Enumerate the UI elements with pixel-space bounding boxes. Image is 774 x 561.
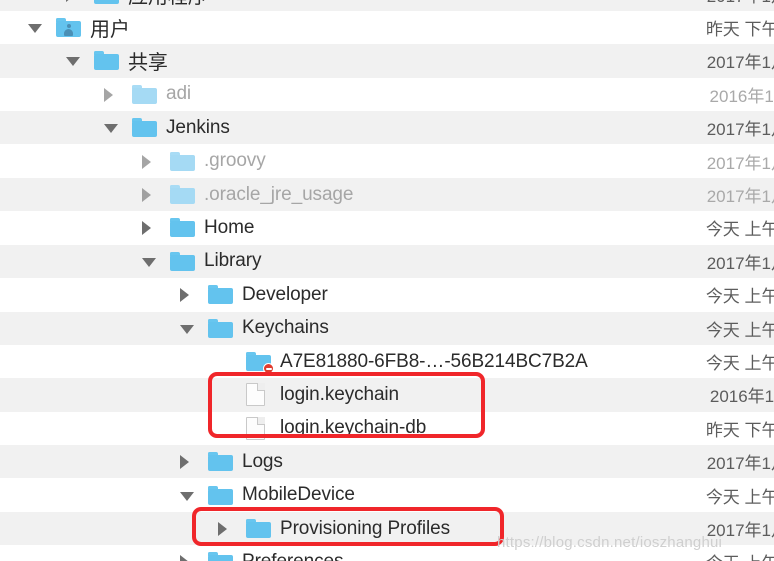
date-modified-label: 2016年12, [709, 86, 774, 106]
file-row[interactable]: Home 今天 上午9 [0, 211, 774, 245]
file-name-label[interactable]: Library [204, 250, 261, 272]
disclosure-triangle-collapsed-icon[interactable] [66, 0, 75, 2]
file-name-label[interactable]: 共享 [128, 46, 168, 75]
file-row[interactable]: Keychains 今天 上午9 [0, 311, 774, 345]
file-row[interactable]: adi 2016年12, [0, 77, 774, 112]
file-name-label[interactable]: .groovy [204, 150, 266, 172]
date-modified-label: 2017年1月 [706, 53, 774, 73]
folder-icon [208, 285, 233, 305]
file-row[interactable]: Logs 2017年1月 [0, 445, 774, 479]
folder-icon [246, 518, 271, 539]
document-icon [246, 383, 271, 407]
file-row[interactable]: login.keychain-db 昨天 下午3 [0, 411, 774, 446]
folder-icon [208, 452, 233, 472]
date-modified-label: 今天 上午9 [706, 549, 774, 561]
folder-no-entry-icon [246, 351, 274, 374]
file-name-label[interactable]: Provisioning Profiles [280, 518, 450, 540]
date-modified-label: 2016年11) [709, 387, 774, 407]
file-row[interactable]: 共享 2017年1月 [0, 44, 774, 78]
disclosure-triangle-expanded-icon[interactable] [66, 57, 80, 67]
file-row[interactable]: Library 2017年1月 [0, 244, 774, 279]
folder-icon [170, 151, 195, 172]
file-name-label[interactable]: login.keychain [280, 384, 399, 406]
file-name-label[interactable]: Keychains [242, 317, 329, 339]
file-name-label[interactable]: Preferences [242, 551, 343, 561]
person-glyph-icon [63, 23, 74, 36]
file-row[interactable]: Jenkins 2017年1月 [0, 111, 774, 145]
date-modified-label: 今天 上午9 [705, 320, 774, 340]
file-name-label[interactable]: adi [166, 83, 191, 105]
file-name-label[interactable]: Jenkins [166, 117, 230, 139]
date-modified-label: 2017年1月 [706, 120, 774, 140]
folder-icon [170, 184, 195, 205]
document-icon [246, 416, 271, 440]
folder-icon [94, 0, 119, 5]
date-modified-label: 2017年1月 [707, 0, 774, 7]
watermark-text: https://blog.csdn.net/ioszhanghui [497, 534, 723, 551]
file-name-label[interactable]: Developer [242, 284, 328, 306]
file-row[interactable]: .groovy 2017年1月 [0, 144, 774, 178]
file-row[interactable]: 用户 昨天 下午4 [0, 10, 774, 45]
file-row[interactable]: A7E81880-6FB8-…-56B214BC7B2A 今天 上午9 [0, 344, 774, 379]
disclosure-triangle-collapsed-icon[interactable] [180, 288, 189, 303]
file-row[interactable]: MobileDevice 今天 上午9 [0, 478, 774, 512]
date-modified-label: 2017年1月 [706, 153, 774, 173]
disclosure-triangle-collapsed-icon[interactable] [142, 187, 151, 202]
date-modified-label: 今天 上午9 [705, 220, 774, 240]
folder-users-icon [56, 17, 81, 38]
date-modified-label: 2017年1月 [706, 253, 774, 273]
file-row[interactable]: 应用程序 2017年1月 [0, 0, 774, 11]
folder-icon [170, 251, 195, 272]
disclosure-triangle-collapsed-icon[interactable] [180, 555, 189, 561]
disclosure-triangle-expanded-icon[interactable] [142, 257, 156, 267]
folder-icon [208, 485, 233, 506]
file-name-label[interactable]: .oracle_jre_usage [204, 184, 353, 206]
file-name-label[interactable]: A7E81880-6FB8-…-56B214BC7B2A [280, 351, 588, 373]
folder-icon [132, 84, 157, 105]
file-row[interactable]: login.keychain 2016年11) [0, 378, 774, 412]
disclosure-triangle-collapsed-icon[interactable] [218, 521, 227, 536]
file-name-label[interactable]: MobileDevice [242, 484, 355, 506]
folder-icon [170, 218, 195, 238]
file-name-label[interactable]: 应用程序 [128, 0, 208, 9]
date-modified-label: 昨天 下午4 [705, 20, 774, 40]
file-name-label[interactable]: Home [204, 217, 254, 239]
disclosure-triangle-expanded-icon[interactable] [180, 324, 194, 334]
folder-icon [208, 318, 233, 339]
folder-icon [132, 118, 157, 138]
folder-icon [94, 51, 119, 71]
date-modified-label: 2017年1月 [706, 454, 774, 474]
file-name-label[interactable]: Logs [242, 451, 283, 473]
folder-icon [208, 552, 233, 561]
file-name-label[interactable]: 用户 [90, 13, 130, 42]
date-modified-label: 2017年1月 [706, 187, 774, 207]
finder-list-view[interactable]: 应用程序2017年1月用户昨天 下午4共享2017年1月adi2016年12,J… [0, 0, 774, 561]
disclosure-triangle-expanded-icon[interactable] [28, 23, 42, 33]
disclosure-triangle-collapsed-icon[interactable] [180, 455, 189, 470]
file-name-label[interactable]: login.keychain-db [280, 417, 426, 439]
date-modified-label: 今天 上午9 [705, 287, 774, 307]
file-row[interactable]: .oracle_jre_usage 2017年1月 [0, 177, 774, 212]
no-entry-badge-icon [263, 362, 274, 374]
disclosure-triangle-collapsed-icon[interactable] [142, 154, 151, 169]
disclosure-triangle-expanded-icon[interactable] [104, 124, 118, 134]
date-modified-label: 今天 上午9 [705, 354, 774, 374]
disclosure-triangle-collapsed-icon[interactable] [104, 87, 113, 102]
disclosure-triangle-expanded-icon[interactable] [180, 491, 194, 501]
disclosure-triangle-collapsed-icon[interactable] [142, 221, 151, 236]
date-modified-label: 昨天 下午3 [705, 420, 774, 440]
file-row[interactable]: Developer 今天 上午9 [0, 278, 774, 312]
date-modified-label: 今天 上午9 [705, 487, 774, 507]
